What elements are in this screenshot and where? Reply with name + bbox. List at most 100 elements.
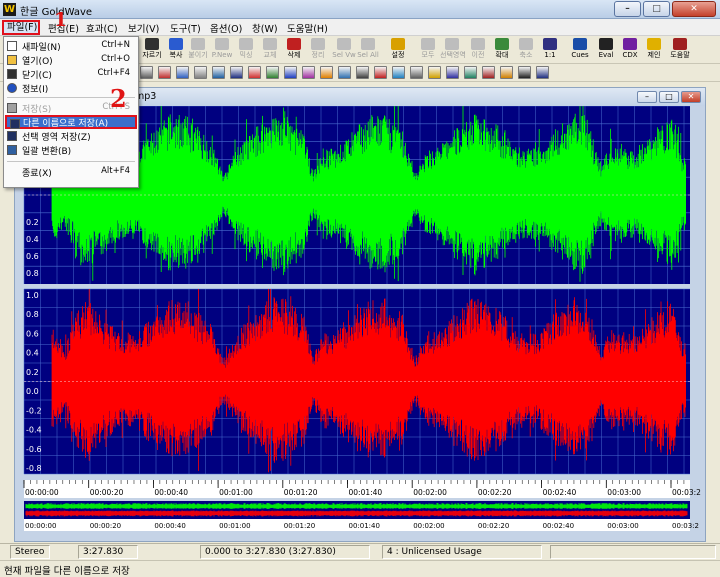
effect-tool-icon[interactable] <box>176 66 189 79</box>
toolbar-button-zoom-previous[interactable]: 이전 <box>466 37 490 63</box>
toolbar-button-eval[interactable]: Eval <box>594 37 618 63</box>
overview-timeline-label: 00:03:00 <box>607 522 638 530</box>
toolbar-button-zoom-selection[interactable]: 선택영역 <box>440 37 466 63</box>
effect-tool-icon[interactable] <box>230 66 243 79</box>
toolbar-button-zoom-in[interactable]: 확대 <box>490 37 514 63</box>
effect-tool-icon[interactable] <box>482 66 495 79</box>
select-view-icon <box>337 38 351 50</box>
menu-bar: 편집(E) 효과(C) 보기(V) 도구(T) 옵션(O) 창(W) 도움말(H… <box>0 19 720 36</box>
effect-tool-icon[interactable] <box>464 66 477 79</box>
select-all-icon <box>361 38 375 50</box>
file-menu-item[interactable]: 열기(O) Ctrl+O <box>4 53 138 67</box>
menu-help[interactable]: 도움말(H) <box>287 21 328 35</box>
file-menu-item[interactable]: 일괄 변환(B) <box>4 143 138 157</box>
doc-maximize-button[interactable]: □ <box>659 91 679 103</box>
effect-tool-icon[interactable] <box>320 66 333 79</box>
toolbar-button-zoom-out[interactable]: 축소 <box>514 37 538 63</box>
toolbar-button-cues[interactable]: Cues <box>568 37 592 63</box>
toolbar-button-copy[interactable]: 복사 <box>164 37 188 63</box>
file-menu-item[interactable]: 다른 이름으로 저장(A) <box>5 115 137 129</box>
effect-tool-icon[interactable] <box>284 66 297 79</box>
toolbar-button-zoom-all[interactable]: 모두 <box>416 37 440 63</box>
goldwave-logo-icon: W <box>3 3 16 16</box>
toolbar-button-delete[interactable]: 삭제 <box>282 37 306 63</box>
menu-file[interactable]: 파일(F) <box>2 20 40 35</box>
toolbar-button-select-all[interactable]: Sel All <box>356 37 380 63</box>
menu-tools[interactable]: 도구(T) <box>170 21 201 35</box>
toolbar-label: 삭제 <box>287 51 301 59</box>
toolbar-label: 확대 <box>495 51 509 59</box>
menu-separator <box>7 161 135 162</box>
overview-timeline-label: 00:01:20 <box>284 522 315 530</box>
file-menu-item-label: 새파일(N) <box>22 43 61 53</box>
menu-effects[interactable]: 효과(C) <box>86 21 118 35</box>
batch-convert-icon <box>7 145 17 155</box>
file-menu-item[interactable]: 닫기(C) Ctrl+F4 <box>4 67 138 81</box>
effect-tool-icon[interactable] <box>248 66 261 79</box>
amplitude-label: 1.0 <box>26 291 39 300</box>
effect-tool-icon[interactable] <box>140 66 153 79</box>
amplitude-label: 0.8 <box>26 310 39 319</box>
doc-close-button[interactable]: ✕ <box>681 91 701 103</box>
toolbar-button-select-view[interactable]: Sel Vw <box>332 37 356 63</box>
timeline-label: 00:00:40 <box>154 488 188 497</box>
effect-tool-icon[interactable] <box>518 66 531 79</box>
menu-view[interactable]: 보기(V) <box>128 21 159 35</box>
effect-tool-icon[interactable] <box>392 66 405 79</box>
close-button[interactable]: ✕ <box>672 1 716 17</box>
info-icon <box>7 83 17 93</box>
doc-minimize-button[interactable]: – <box>637 91 657 103</box>
toolbar-button-help-book[interactable]: 도움말 <box>668 37 692 63</box>
menu-window[interactable]: 창(W) <box>252 21 278 35</box>
toolbar-button-replace[interactable]: 교체 <box>258 37 282 63</box>
toolbar-button-paste-new[interactable]: P.New <box>210 37 234 63</box>
effect-tool-icon[interactable] <box>302 66 315 79</box>
help-question-icon <box>647 38 661 50</box>
zoom-selection-icon <box>445 38 459 50</box>
overview-timeline-label: 00:00:20 <box>90 522 121 530</box>
toolbar-button-zoom-1-1[interactable]: 1:1 <box>538 37 562 63</box>
annotation-step-1: 1 <box>54 9 68 31</box>
annotation-step-2: 2 <box>110 84 127 113</box>
toolbar-button-cdx[interactable]: CDX <box>618 37 642 63</box>
effect-tool-icon[interactable] <box>194 66 207 79</box>
effect-tool-icon[interactable] <box>428 66 441 79</box>
effect-tool-icon[interactable] <box>212 66 225 79</box>
effect-tool-icon[interactable] <box>374 66 387 79</box>
toolbar-button-settings[interactable]: 설정 <box>386 37 410 63</box>
timeline-label: 00:01:40 <box>349 488 383 497</box>
copy-icon <box>169 38 183 50</box>
toolbar-label: 자르기 <box>142 51 162 59</box>
paste-new-icon <box>215 38 229 50</box>
toolbar-label: 축소 <box>519 51 533 59</box>
file-menu-item-label: 종료(X) <box>22 169 52 179</box>
open-folder-icon <box>7 55 17 65</box>
toolbar-button-paste[interactable]: 붙이기 <box>186 37 210 63</box>
file-menu-item-shortcut: Ctrl+O <box>101 54 130 64</box>
zoom-all-icon <box>421 38 435 50</box>
effect-tool-icon[interactable] <box>356 66 369 79</box>
effect-tool-icon[interactable] <box>446 66 459 79</box>
timeline-label: 00:02:00 <box>413 488 447 497</box>
overview-timeline-label: 00:02:40 <box>543 522 574 530</box>
toolbar-button-trim[interactable]: 정리 <box>306 37 330 63</box>
effect-tool-icon[interactable] <box>500 66 513 79</box>
amplitude-label: -0.2 <box>26 406 42 415</box>
title-bar: W 한글 GoldWave – □ ✕ <box>0 0 720 19</box>
toolbar-button-help-question[interactable]: 제인 <box>642 37 666 63</box>
maximize-button[interactable]: □ <box>643 1 670 17</box>
status-hint: 현재 파일을 다른 이름으로 저장 <box>0 560 720 577</box>
effect-tool-icon[interactable] <box>536 66 549 79</box>
minimize-button[interactable]: – <box>614 1 641 17</box>
effect-tool-icon[interactable] <box>410 66 423 79</box>
effect-tool-icon[interactable] <box>158 66 171 79</box>
file-menu-item[interactable]: 종료(X) Alt+F4 <box>4 165 138 179</box>
effect-tool-icon[interactable] <box>338 66 351 79</box>
menu-options[interactable]: 옵션(O) <box>210 21 242 35</box>
toolbar-label: Sel All <box>357 51 379 59</box>
file-menu-item[interactable]: 선택 영역 저장(Z) <box>4 129 138 143</box>
toolbar-button-mix[interactable]: 믹싱 <box>234 37 258 63</box>
file-menu-item[interactable]: 새파일(N) Ctrl+N <box>4 39 138 53</box>
effect-tool-icon[interactable] <box>266 66 279 79</box>
toolbar-button-scissors[interactable]: 자르기 <box>140 37 164 63</box>
